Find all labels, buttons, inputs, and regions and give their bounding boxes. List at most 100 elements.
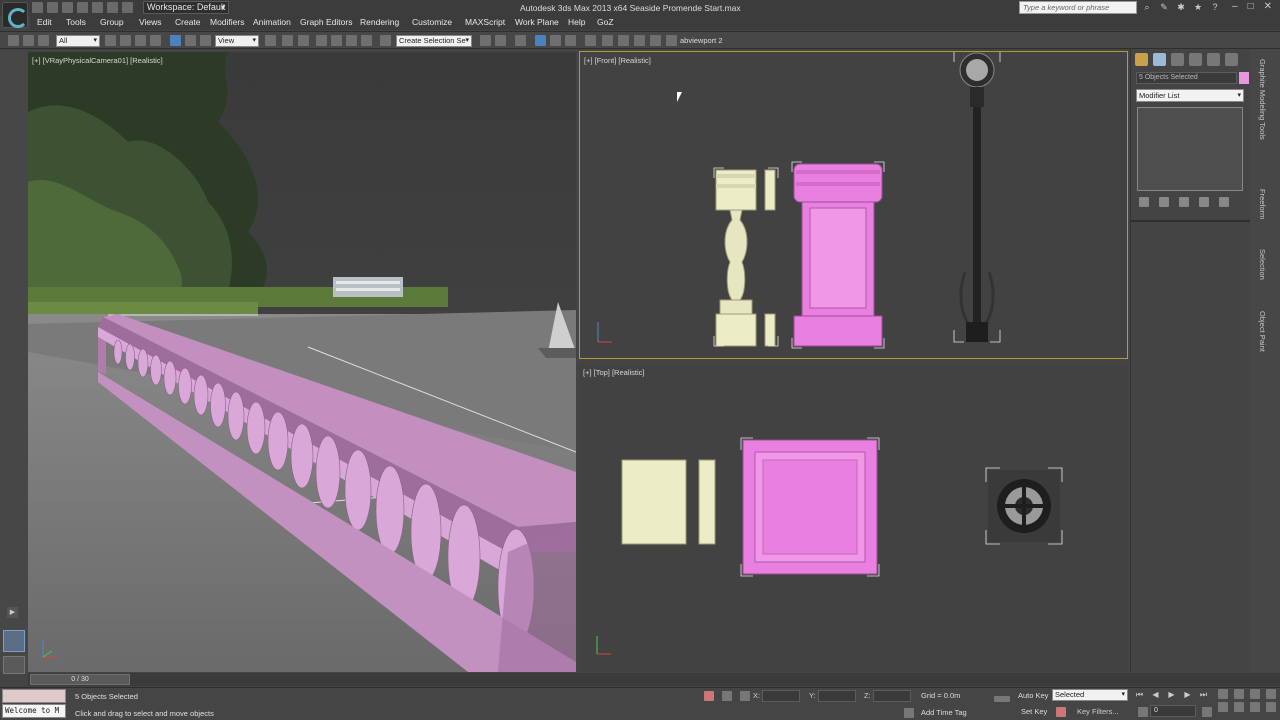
zoom-all-icon[interactable] — [1234, 689, 1244, 699]
help-icon[interactable]: ? — [1210, 2, 1220, 13]
play-icon[interactable]: ▶ — [1166, 690, 1177, 700]
hierarchy-tab-icon[interactable] — [1171, 53, 1184, 66]
subscription-icon[interactable]: ✎ — [1159, 2, 1169, 13]
pan-icon[interactable] — [1234, 702, 1244, 712]
render-setup-icon[interactable] — [602, 35, 613, 46]
menu-group[interactable]: Group — [100, 17, 124, 27]
object-name-field[interactable]: 5 Objects Selected — [1136, 72, 1237, 84]
key-mode-dropdown[interactable]: Selected — [1052, 689, 1128, 701]
tab-graphite-modeling-tools[interactable]: Graphite Modeling Tools — [1258, 59, 1267, 140]
make-unique-icon[interactable] — [1179, 197, 1189, 207]
favorites-icon[interactable]: ★ — [1193, 2, 1203, 13]
app-logo-icon[interactable] — [2, 2, 28, 28]
graphite-toggle-icon[interactable] — [535, 35, 546, 46]
edit-named-selection-icon[interactable] — [380, 35, 391, 46]
menu-views[interactable]: Views — [139, 17, 162, 27]
x-coordinate-field[interactable] — [762, 690, 800, 702]
field-of-view-icon[interactable] — [1218, 702, 1228, 712]
search-input[interactable]: Type a keyword or phrase — [1019, 1, 1137, 14]
select-by-name-icon[interactable] — [120, 35, 131, 46]
mirror-icon[interactable] — [480, 35, 491, 46]
redo-icon[interactable] — [92, 2, 103, 13]
modifier-list-dropdown[interactable]: Modifier List — [1136, 89, 1244, 102]
configure-sets-icon[interactable] — [1219, 197, 1229, 207]
top-viewport-label[interactable]: [+] [Top] [Realistic] — [583, 368, 644, 377]
perspective-viewport[interactable]: [+] [VRayPhysicalCamera01] [Realistic] — [28, 52, 576, 672]
maxscript-listener-input[interactable]: Welcome to M — [2, 704, 66, 718]
menu-customize[interactable]: Customize — [412, 17, 452, 27]
front-viewport[interactable]: [+] [Front] [Realistic] — [579, 51, 1128, 359]
workspace-dropdown[interactable]: Workspace: Default — [143, 1, 229, 14]
save-file-icon[interactable] — [62, 2, 73, 13]
menu-modifiers[interactable]: Modifiers — [210, 17, 244, 27]
top-viewport[interactable]: [+] [Top] [Realistic] — [579, 364, 1128, 672]
tab-object-paint[interactable]: Object Paint — [1258, 311, 1267, 352]
align-icon[interactable] — [495, 35, 506, 46]
modify-tab-icon[interactable] — [1153, 53, 1166, 66]
tab-freeform[interactable]: Freeform — [1258, 189, 1267, 219]
select-and-scale-icon[interactable] — [200, 35, 211, 46]
keyboard-shortcut-icon[interactable] — [298, 35, 309, 46]
maxscript-listener-output[interactable] — [2, 689, 66, 703]
tab-selection[interactable]: Selection — [1258, 249, 1267, 280]
utilities-tab-icon[interactable] — [1225, 53, 1238, 66]
select-and-move-icon[interactable] — [170, 35, 181, 46]
zoom-icon[interactable] — [1218, 689, 1228, 699]
select-and-link-icon[interactable] — [8, 35, 19, 46]
set-key-button[interactable]: Set Key — [1021, 707, 1047, 716]
zoom-extents-all-icon[interactable] — [1266, 689, 1276, 699]
reference-coordinate-dropdown[interactable]: View — [215, 35, 259, 47]
zoom-extents-icon[interactable] — [1250, 689, 1260, 699]
menu-edit[interactable]: Edit — [37, 17, 52, 27]
menu-goz[interactable]: GoZ — [597, 17, 614, 27]
key-mode-toggle-icon[interactable] — [1138, 707, 1148, 717]
remove-modifier-icon[interactable] — [1199, 197, 1209, 207]
set-keys-icon[interactable] — [1056, 707, 1066, 717]
auto-key-button[interactable]: Auto Key — [1018, 691, 1048, 700]
menu-work-plane[interactable]: Work Plane — [515, 17, 559, 27]
communication-icon[interactable]: ✱ — [1176, 2, 1186, 13]
select-object-icon[interactable] — [105, 35, 116, 46]
schematic-view-icon[interactable] — [565, 35, 576, 46]
show-end-result-icon[interactable] — [1159, 197, 1169, 207]
undo-icon[interactable] — [77, 2, 88, 13]
render-production-icon[interactable] — [634, 35, 645, 46]
menu-rendering[interactable]: Rendering — [360, 17, 399, 27]
viewport-layout-alt-icon[interactable] — [3, 656, 25, 674]
next-frame-icon[interactable]: ▶ — [1182, 690, 1193, 700]
selection-filter-dropdown[interactable]: All — [56, 35, 100, 47]
add-time-tag-button[interactable]: Add Time Tag — [921, 708, 967, 717]
z-coordinate-field[interactable] — [873, 690, 911, 702]
menu-create[interactable]: Create — [175, 17, 201, 27]
key-icon[interactable] — [994, 696, 1010, 702]
menu-tools[interactable]: Tools — [66, 17, 86, 27]
open-file-icon[interactable] — [47, 2, 58, 13]
orbit-icon[interactable] — [1250, 702, 1260, 712]
menu-graph-editors[interactable]: Graph Editors — [300, 17, 352, 27]
pin-stack-icon[interactable] — [1139, 197, 1149, 207]
percent-snap-icon[interactable] — [346, 35, 357, 46]
rectangular-selection-icon[interactable] — [135, 35, 146, 46]
go-to-end-icon[interactable]: ⏭ — [1198, 690, 1209, 700]
close-icon[interactable]: ✕ — [1264, 0, 1272, 14]
y-coordinate-field[interactable] — [818, 690, 856, 702]
render-viewport-icon[interactable] — [666, 35, 677, 46]
viewport-layout-icon[interactable] — [3, 630, 25, 652]
material-editor-icon[interactable] — [585, 35, 596, 46]
layer-manager-icon[interactable] — [515, 35, 526, 46]
search-icon[interactable]: ⌕ — [1142, 2, 1152, 13]
pivot-center-icon[interactable] — [265, 35, 276, 46]
menu-maxscript[interactable]: MAXScript — [465, 17, 505, 27]
curve-editor-icon[interactable] — [550, 35, 561, 46]
time-config-icon[interactable] — [1202, 707, 1212, 717]
window-crossing-icon[interactable] — [150, 35, 161, 46]
time-slider[interactable]: 0 / 30 — [30, 674, 130, 685]
spinner-snap-icon[interactable] — [361, 35, 372, 46]
expand-arrow-icon[interactable]: ▶ — [7, 607, 18, 618]
project-folder-icon[interactable] — [122, 2, 133, 13]
snaps-toggle-icon[interactable] — [316, 35, 327, 46]
sun-icon[interactable] — [1135, 53, 1148, 66]
go-to-start-icon[interactable]: ⏮ — [1134, 690, 1145, 700]
front-viewport-label[interactable]: [+] [Front] [Realistic] — [584, 56, 651, 65]
modifier-stack[interactable] — [1137, 107, 1243, 191]
